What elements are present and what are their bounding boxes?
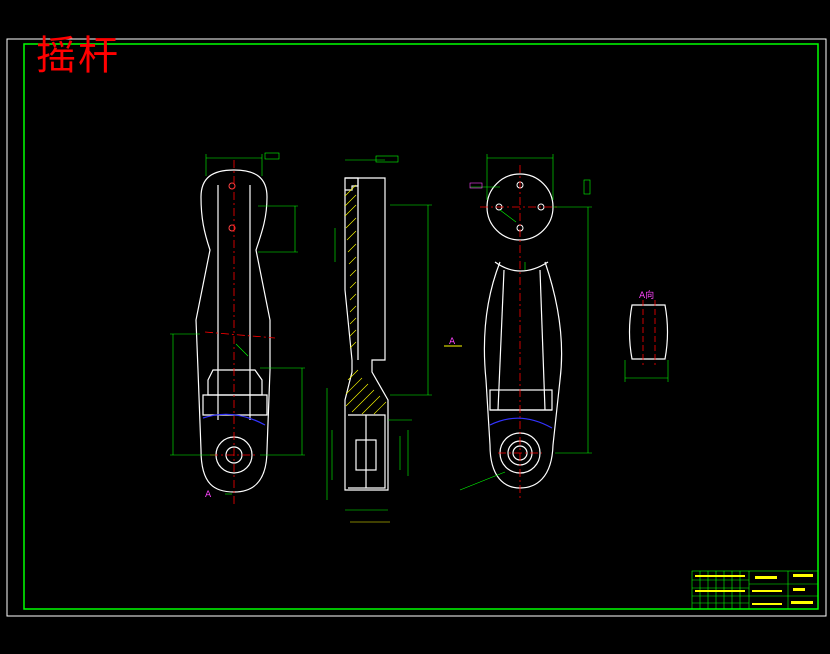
drawing-sheet — [6, 38, 827, 617]
front-view-holes — [228, 182, 236, 232]
right-view-holes — [495, 181, 545, 232]
outer-frame — [6, 38, 827, 617]
section-dimensions — [326, 155, 432, 523]
a-view-title: A向 — [639, 291, 655, 301]
front-view-dimensions — [170, 152, 305, 495]
section-view — [344, 177, 389, 491]
right-view-centerlines — [480, 165, 560, 500]
right-view-dimensions — [459, 154, 592, 491]
section-hatch — [344, 184, 387, 415]
inner-frame — [23, 43, 819, 610]
right-view — [483, 173, 563, 489]
right-view-hidden-arc — [489, 417, 553, 429]
a-view-dimensions — [624, 360, 669, 382]
section-label-a-marker: A — [449, 337, 456, 347]
front-view — [195, 169, 271, 493]
title-block-fills — [695, 574, 813, 605]
drawing-title: 摇杆 — [36, 33, 120, 79]
a-view — [628, 304, 669, 360]
a-view-lines — [642, 300, 656, 365]
section-label-a: A — [205, 490, 212, 500]
